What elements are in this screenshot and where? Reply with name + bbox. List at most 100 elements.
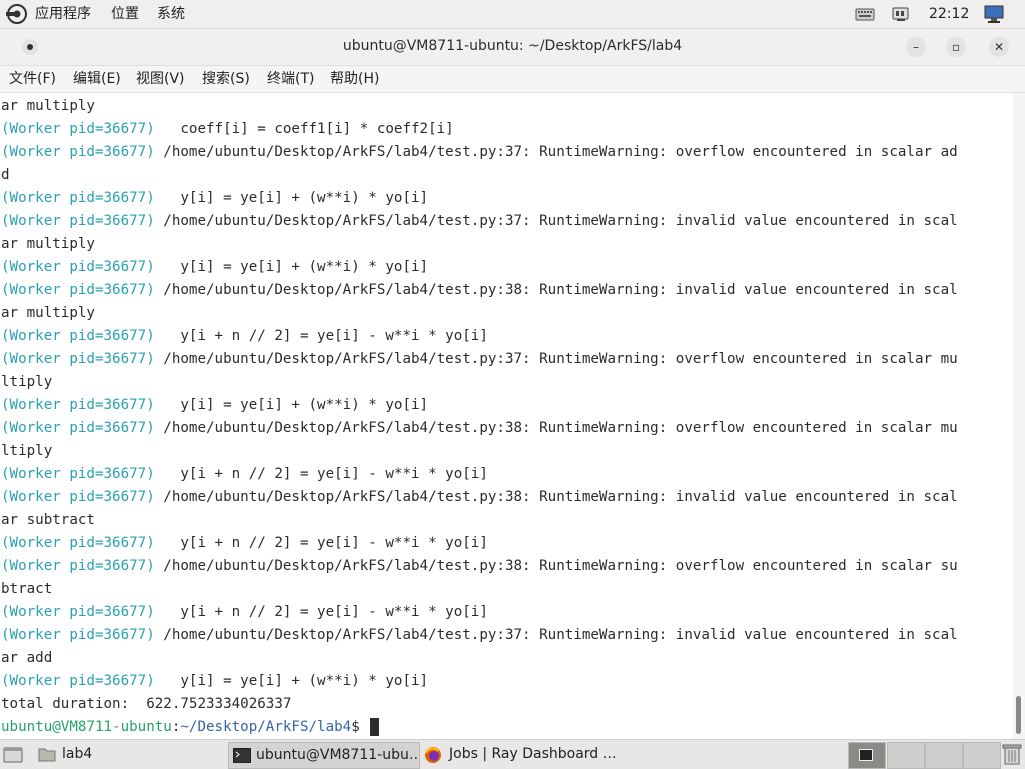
task-label: Jobs | Ray Dashboard … xyxy=(449,746,617,762)
scrollbar-thumb[interactable] xyxy=(1016,696,1021,734)
worker-prefix: (Worker pid=36677) xyxy=(1,489,155,505)
worker-prefix: (Worker pid=36677) xyxy=(1,144,155,160)
line-text: ltiply xyxy=(1,443,53,459)
worker-prefix: (Worker pid=36677) xyxy=(1,282,155,298)
terminal-line: ar multiply xyxy=(1,95,95,118)
line-text: /home/ubuntu/Desktop/ArkFS/lab4/test.py:… xyxy=(154,351,958,367)
top-panel: 应用程序 位置 系统 22:12 xyxy=(0,0,1025,29)
line-text: /home/ubuntu/Desktop/ArkFS/lab4/test.py:… xyxy=(154,144,958,160)
menu-edit[interactable]: 编辑(E) xyxy=(73,70,121,88)
terminal-line: (Worker pid=36677) y[i] = ye[i] + (w**i)… xyxy=(1,670,428,693)
system-menu[interactable]: 系统 xyxy=(157,5,185,23)
terminal-line: ar multiply xyxy=(1,233,95,256)
terminal-line: ltiply xyxy=(1,371,52,394)
task-label: ubuntu@VM8711-ubu… xyxy=(256,747,420,763)
worker-prefix: (Worker pid=36677) xyxy=(1,420,155,436)
worker-prefix: (Worker pid=36677) xyxy=(1,259,155,275)
prompt-line[interactable]: ubuntu@VM8711-ubuntu:~/Desktop/ArkFS/lab… xyxy=(1,716,380,739)
firefox-icon xyxy=(425,747,441,763)
line-text: ar multiply xyxy=(1,98,95,114)
menu-file[interactable]: 文件(F) xyxy=(9,70,56,88)
worker-prefix: (Worker pid=36677) xyxy=(1,328,155,344)
line-text: /home/ubuntu/Desktop/ArkFS/lab4/test.py:… xyxy=(154,558,958,574)
line-text: y[i + n // 2] = ye[i] - w**i * yo[i] xyxy=(154,328,488,344)
workspace-1[interactable] xyxy=(848,742,886,769)
network-icon[interactable] xyxy=(890,3,912,25)
line-text: total duration: 622.7523334026337 xyxy=(1,696,292,712)
terminal-line: (Worker pid=36677) y[i + n // 2] = ye[i]… xyxy=(1,532,488,555)
line-text: y[i] = ye[i] + (w**i) * yo[i] xyxy=(154,673,429,689)
worker-prefix: (Worker pid=36677) xyxy=(1,351,155,367)
maximize-button[interactable]: ▫ xyxy=(946,37,966,57)
clock[interactable]: 22:12 xyxy=(929,5,969,23)
text-cursor xyxy=(370,718,380,736)
line-text: btract xyxy=(1,581,53,597)
prompt-user-host: ubuntu@VM8711-ubuntu xyxy=(1,719,172,735)
display-icon[interactable] xyxy=(983,3,1005,25)
minimize-button[interactable]: – xyxy=(906,37,926,57)
line-text: ar add xyxy=(1,650,53,666)
worker-prefix: (Worker pid=36677) xyxy=(1,213,155,229)
worker-prefix: (Worker pid=36677) xyxy=(1,627,155,643)
line-text: y[i + n // 2] = ye[i] - w**i * yo[i] xyxy=(154,535,488,551)
line-text: /home/ubuntu/Desktop/ArkFS/lab4/test.py:… xyxy=(154,489,958,505)
places-menu[interactable]: 位置 xyxy=(111,5,139,23)
terminal-output[interactable]: ar multiply (Worker pid=36677) coeff[i] =… xyxy=(0,93,1013,739)
trash-icon[interactable] xyxy=(1002,742,1022,766)
bottom-taskbar: lab4 ubuntu@VM8711-ubu… Jobs | Ray Dashb… xyxy=(0,739,1025,769)
terminal-line: btract xyxy=(1,578,52,601)
menu-view[interactable]: 视图(V) xyxy=(136,70,185,88)
terminal-line: ar multiply xyxy=(1,302,95,325)
worker-prefix: (Worker pid=36677) xyxy=(1,466,155,482)
line-text: coeff[i] = coeff1[i] * coeff2[i] xyxy=(154,121,454,137)
terminal-line: (Worker pid=36677) y[i] = ye[i] + (w**i)… xyxy=(1,256,428,279)
terminal-line: ar add xyxy=(1,647,52,670)
keyboard-icon[interactable] xyxy=(854,3,876,25)
prompt-symbol: $ xyxy=(351,719,369,735)
terminal-icon xyxy=(233,748,251,763)
line-text: ltiply xyxy=(1,374,53,390)
ubuntu-mate-logo-icon[interactable] xyxy=(6,3,28,25)
minimize-icon: – xyxy=(913,40,919,54)
window-titlebar[interactable]: ubuntu@VM8711-ubuntu: ~/Desktop/ArkFS/la… xyxy=(0,29,1025,66)
terminal-scrollbar[interactable] xyxy=(1013,93,1025,739)
task-lab4[interactable]: lab4 xyxy=(36,742,226,767)
line-text: ar subtract xyxy=(1,512,95,528)
terminal-line: (Worker pid=36677) coeff[i] = coeff1[i] … xyxy=(1,118,454,141)
line-text: /home/ubuntu/Desktop/ArkFS/lab4/test.py:… xyxy=(154,282,958,298)
line-text: ar multiply xyxy=(1,236,95,252)
terminal-line: (Worker pid=36677) /home/ubuntu/Desktop/… xyxy=(1,624,958,647)
terminal-line: (Worker pid=36677) y[i + n // 2] = ye[i]… xyxy=(1,601,488,624)
worker-prefix: (Worker pid=36677) xyxy=(1,397,155,413)
line-text: y[i + n // 2] = ye[i] - w**i * yo[i] xyxy=(154,466,488,482)
applications-menu[interactable]: 应用程序 xyxy=(35,5,91,23)
terminal-line: (Worker pid=36677) y[i + n // 2] = ye[i]… xyxy=(1,463,488,486)
prompt-path: ~/Desktop/ArkFS/lab4 xyxy=(180,719,352,735)
menu-search[interactable]: 搜索(S) xyxy=(202,70,250,88)
workspace-2[interactable] xyxy=(887,742,925,769)
terminal-menubar: 文件(F) 编辑(E) 视图(V) 搜索(S) 终端(T) 帮助(H) xyxy=(0,66,1025,93)
maximize-icon: ▫ xyxy=(951,40,961,54)
task-firefox[interactable]: Jobs | Ray Dashboard … xyxy=(422,742,618,767)
menu-help[interactable]: 帮助(H) xyxy=(330,70,379,88)
line-text: y[i] = ye[i] + (w**i) * yo[i] xyxy=(154,259,429,275)
close-button[interactable]: ✕ xyxy=(989,37,1009,57)
line-text: y[i + n // 2] = ye[i] - w**i * yo[i] xyxy=(154,604,488,620)
line-text: /home/ubuntu/Desktop/ArkFS/lab4/test.py:… xyxy=(154,420,958,436)
workspace-4[interactable] xyxy=(963,742,1001,769)
workspace-3[interactable] xyxy=(925,742,963,769)
line-text: ar multiply xyxy=(1,305,95,321)
terminal-line: ar subtract xyxy=(1,509,95,532)
line-text: /home/ubuntu/Desktop/ArkFS/lab4/test.py:… xyxy=(154,627,958,643)
terminal-line: (Worker pid=36677) y[i + n // 2] = ye[i]… xyxy=(1,325,488,348)
close-icon: ✕ xyxy=(993,40,1005,54)
terminal-line: (Worker pid=36677) y[i] = ye[i] + (w**i)… xyxy=(1,394,428,417)
terminal-line: total duration: 622.7523334026337 xyxy=(1,693,291,716)
terminal-line: (Worker pid=36677) /home/ubuntu/Desktop/… xyxy=(1,417,958,440)
terminal-line: (Worker pid=36677) y[i] = ye[i] + (w**i)… xyxy=(1,187,428,210)
worker-prefix: (Worker pid=36677) xyxy=(1,558,155,574)
line-text: y[i] = ye[i] + (w**i) * yo[i] xyxy=(154,397,429,413)
task-terminal[interactable]: ubuntu@VM8711-ubu… xyxy=(228,742,420,769)
desktop-icon[interactable] xyxy=(2,743,24,765)
menu-terminal[interactable]: 终端(T) xyxy=(267,70,314,88)
